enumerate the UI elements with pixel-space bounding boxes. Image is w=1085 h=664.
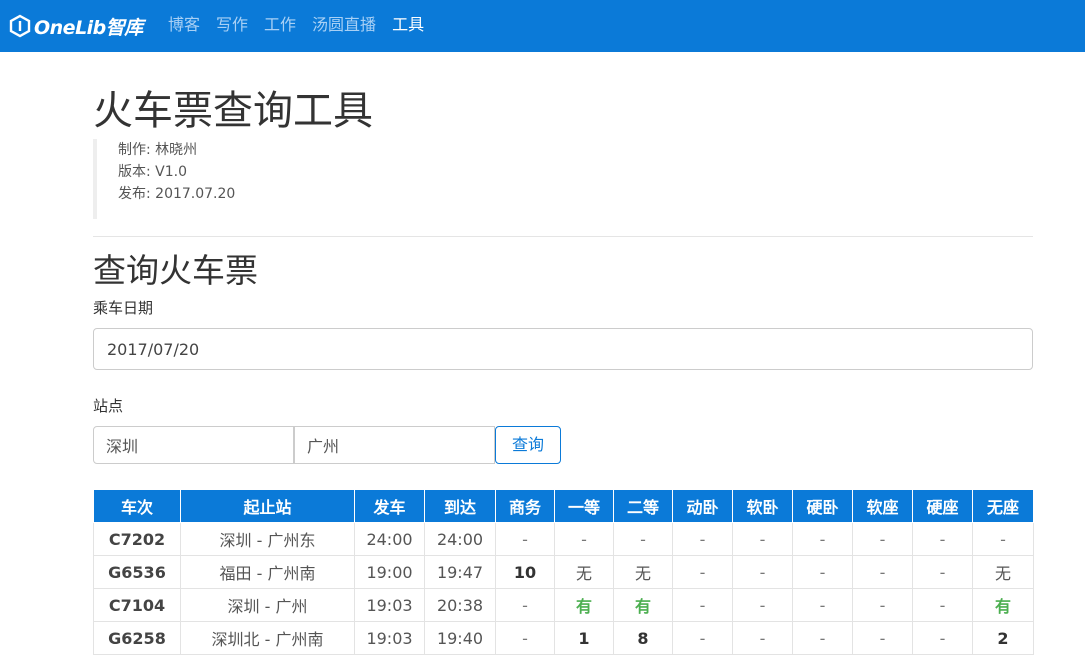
cell-soft-sleeper: -	[732, 621, 793, 655]
cell-hard-seat: -	[912, 522, 973, 556]
cell-hard-sleeper: -	[792, 555, 853, 589]
page-title: 火车票查询工具	[93, 88, 373, 134]
cell-hard-sleeper: -	[792, 588, 853, 622]
from-station-input[interactable]	[93, 426, 294, 464]
cell-soft-seat: -	[852, 555, 913, 589]
cell-train-no: C7104	[93, 588, 181, 622]
to-station-input[interactable]	[294, 426, 495, 464]
cell-hard-sleeper: -	[792, 621, 853, 655]
cell-no-seat: 无	[972, 555, 1034, 589]
cell-sleeper-emu: -	[672, 522, 733, 556]
query-button[interactable]: 查询	[495, 426, 561, 464]
column-header-train-no: 车次	[93, 489, 181, 523]
cell-hard-seat: -	[912, 621, 973, 655]
column-header-first-class: 一等	[554, 489, 614, 523]
cell-depart: 19:03	[354, 588, 425, 622]
column-header-depart: 发车	[354, 489, 425, 523]
cell-arrive: 24:00	[424, 522, 496, 556]
column-header-soft-seat: 软座	[852, 489, 913, 523]
cell-first-class: 无	[554, 555, 614, 589]
nav-links: 博客 写作 工作 汤圆直播 工具	[168, 14, 440, 36]
cell-sleeper-emu: -	[672, 588, 733, 622]
column-header-route: 起止站	[180, 489, 355, 523]
cell-arrive: 19:40	[424, 621, 496, 655]
table-row[interactable]: C7104 深圳 - 广州 19:03 20:38- 有有 - - - - - 有	[93, 588, 1034, 622]
nav-link-writing[interactable]: 写作	[216, 14, 248, 36]
cell-no-seat: -	[972, 522, 1034, 556]
cell-sleeper-emu: -	[672, 621, 733, 655]
nav-link-blog[interactable]: 博客	[168, 14, 200, 36]
cell-second-class: 无	[613, 555, 673, 589]
hexagon-logo-icon	[9, 14, 31, 38]
cell-depart: 19:03	[354, 621, 425, 655]
date-input[interactable]	[93, 328, 1033, 370]
cell-second-class: 有	[613, 588, 673, 622]
cell-business: -	[495, 522, 555, 556]
cell-route: 深圳 - 广州	[180, 588, 355, 622]
cell-no-seat: 2	[972, 621, 1034, 655]
cell-train-no: C7202	[93, 522, 181, 556]
cell-hard-seat: -	[912, 555, 973, 589]
meta-blockquote: 制作: 林晓州 版本: V1.0 发布: 2017.07.20	[93, 139, 235, 219]
cell-route: 深圳 - 广州东	[180, 522, 355, 556]
cell-soft-sleeper: -	[732, 522, 793, 556]
column-header-hard-seat: 硬座	[912, 489, 973, 523]
table-row[interactable]: G6536 福田 - 广州南 19:00 19:47 10 无无 - - - - - 无	[93, 555, 1034, 589]
meta-author: 制作: 林晓州	[118, 142, 198, 158]
cell-sleeper-emu: -	[672, 555, 733, 589]
cell-arrive: 20:38	[424, 588, 496, 622]
nav-link-tools[interactable]: 工具	[392, 14, 424, 36]
cell-soft-seat: -	[852, 621, 913, 655]
station-label: 站点	[93, 397, 124, 415]
cell-arrive: 19:47	[424, 555, 496, 589]
cell-first-class: -	[554, 522, 614, 556]
meta-version: 版本: V1.0	[118, 164, 188, 180]
cell-train-no: G6536	[93, 555, 181, 589]
cell-soft-seat: -	[852, 588, 913, 622]
cell-second-class: 8	[613, 621, 673, 655]
cell-route: 深圳北 - 广州南	[180, 621, 355, 655]
cell-first-class: 有	[554, 588, 614, 622]
date-label: 乘车日期	[93, 299, 154, 317]
cell-business: 10	[495, 555, 555, 589]
cell-soft-sleeper: -	[732, 555, 793, 589]
column-header-sleeper-emu: 动卧	[672, 489, 733, 523]
table-row[interactable]: G6258 深圳北 - 广州南 19:03 19:40-1 8- - - - -2	[93, 621, 1034, 655]
column-header-no-seat: 无座	[972, 489, 1034, 523]
cell-route: 福田 - 广州南	[180, 555, 355, 589]
section-title: 查询火车票	[93, 251, 258, 290]
cell-no-seat: 有	[972, 588, 1034, 622]
column-header-soft-sleeper: 软卧	[732, 489, 793, 523]
cell-train-no: G6258	[93, 621, 181, 655]
site-logo[interactable]: OneLib智库	[9, 11, 143, 41]
cell-depart: 19:00	[354, 555, 425, 589]
nav-link-work[interactable]: 工作	[264, 14, 296, 36]
table-header-row: 车次 起止站 发车 到达 商务 一等 二等 动卧 软卧 硬卧 软座 硬座 无座	[93, 489, 1034, 523]
table-body: C7202 深圳 - 广州东 24:00 24:00- - - - - - - - - G6536 福田 …	[93, 522, 1034, 655]
cell-hard-sleeper: -	[792, 522, 853, 556]
meta-release: 发布: 2017.07.20	[118, 186, 236, 202]
cell-depart: 24:00	[354, 522, 425, 556]
cell-business: -	[495, 588, 555, 622]
top-navbar: OneLib智库 博客 写作 工作 汤圆直播 工具	[0, 0, 1085, 52]
table-row[interactable]: C7202 深圳 - 广州东 24:00 24:00- - - - - - - - -	[93, 522, 1034, 556]
logo-text: OneLib智库	[34, 16, 143, 39]
divider	[93, 236, 1033, 237]
cell-hard-seat: -	[912, 588, 973, 622]
nav-link-live[interactable]: 汤圆直播	[312, 14, 376, 36]
cell-business: -	[495, 621, 555, 655]
column-header-second-class: 二等	[613, 489, 673, 523]
cell-second-class: -	[613, 522, 673, 556]
column-header-business: 商务	[495, 489, 555, 523]
ticket-table: 车次 起止站 发车 到达 商务 一等 二等 动卧 软卧 硬卧 软座 硬座 无座 C7202 深圳 - 广州…	[93, 489, 1034, 655]
cell-soft-sleeper: -	[732, 588, 793, 622]
column-header-hard-sleeper: 硬卧	[792, 489, 853, 523]
cell-first-class: 1	[554, 621, 614, 655]
column-header-arrive: 到达	[424, 489, 496, 523]
cell-soft-seat: -	[852, 522, 913, 556]
